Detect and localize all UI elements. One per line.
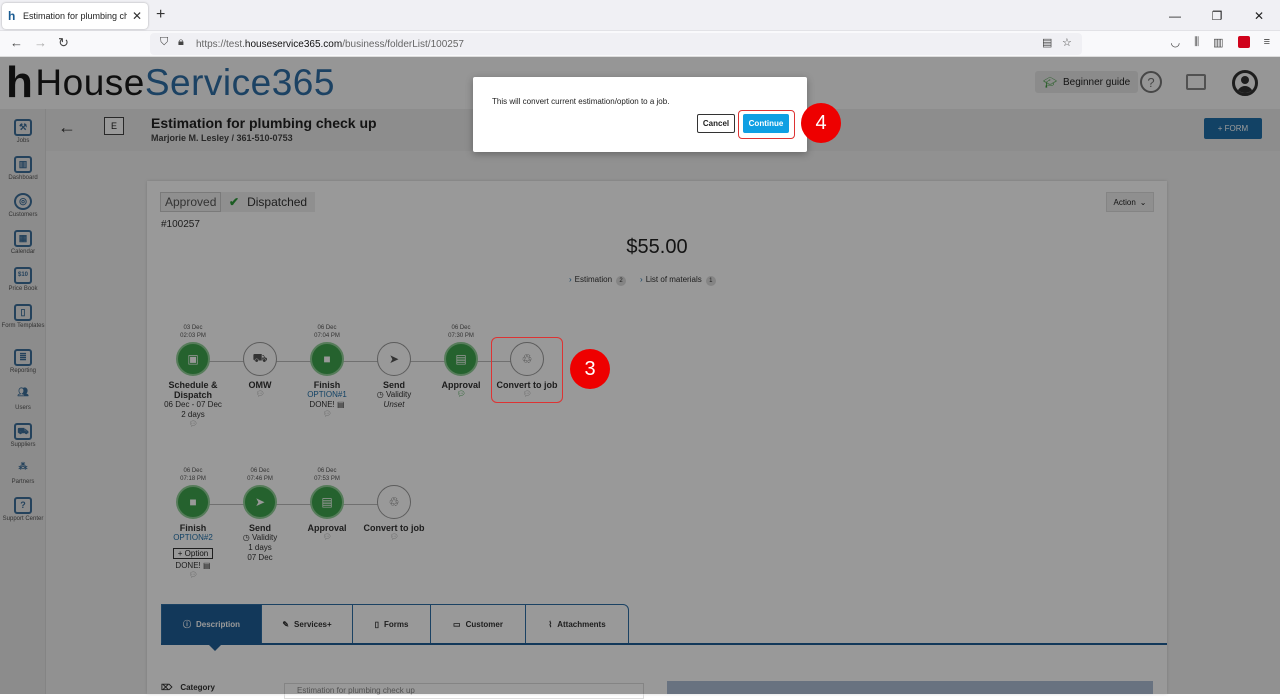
url-domain: houseservice365.com bbox=[244, 38, 343, 50]
restore-icon[interactable]: ❐ bbox=[1196, 0, 1238, 31]
pocket-icon[interactable]: ◡ bbox=[1171, 36, 1181, 49]
url-prefix: https://test. bbox=[196, 38, 245, 50]
close-window-icon[interactable]: ✕ bbox=[1238, 0, 1280, 31]
bookmark-star-icon[interactable]: ☆ bbox=[1062, 36, 1072, 49]
browser-tab-strip: h Estimation for plumbing check up ✕ + —… bbox=[0, 0, 1280, 31]
forward-icon[interactable]: → bbox=[34, 35, 47, 50]
step-marker-3: 3 bbox=[570, 349, 610, 389]
new-tab-button[interactable]: + bbox=[156, 6, 165, 24]
reader-icon[interactable]: ▤ bbox=[1042, 36, 1052, 49]
dialog-message: This will convert current estimation/opt… bbox=[492, 97, 670, 106]
back-icon[interactable]: ← bbox=[10, 35, 23, 50]
lock-icon[interactable]: 🔒︎ bbox=[178, 36, 184, 49]
sidebar-toggle-icon[interactable]: ▥ bbox=[1213, 36, 1223, 49]
highlight-continue bbox=[738, 110, 795, 139]
address-bar[interactable]: ⛉ 🔒︎ https://test. houseservice365.com/bu… bbox=[150, 33, 1082, 55]
modal-backdrop bbox=[0, 57, 1280, 694]
menu-icon[interactable]: ≡ bbox=[1264, 36, 1270, 49]
cancel-button[interactable]: Cancel bbox=[697, 114, 735, 133]
site-favicon-icon: h bbox=[8, 9, 16, 23]
url-path: /business/folderList/100257 bbox=[342, 38, 464, 50]
highlight-convert-to-job bbox=[491, 337, 563, 403]
navigation-bar: ← → ↻ ⛉ 🔒︎ https://test. houseservice365.… bbox=[0, 31, 1280, 57]
library-icon[interactable]: ⫼ bbox=[1194, 36, 1199, 49]
reload-icon[interactable]: ↻ bbox=[58, 35, 69, 51]
tab-title: Estimation for plumbing check up bbox=[23, 11, 127, 21]
shield-icon[interactable]: ⛉ bbox=[160, 36, 168, 49]
step-marker-4: 4 bbox=[801, 103, 841, 143]
minimize-icon[interactable]: — bbox=[1154, 0, 1196, 31]
pdf-extension-icon[interactable] bbox=[1237, 36, 1250, 48]
browser-tab[interactable]: h Estimation for plumbing check up ✕ bbox=[2, 3, 148, 29]
close-tab-icon[interactable]: ✕ bbox=[132, 9, 142, 23]
